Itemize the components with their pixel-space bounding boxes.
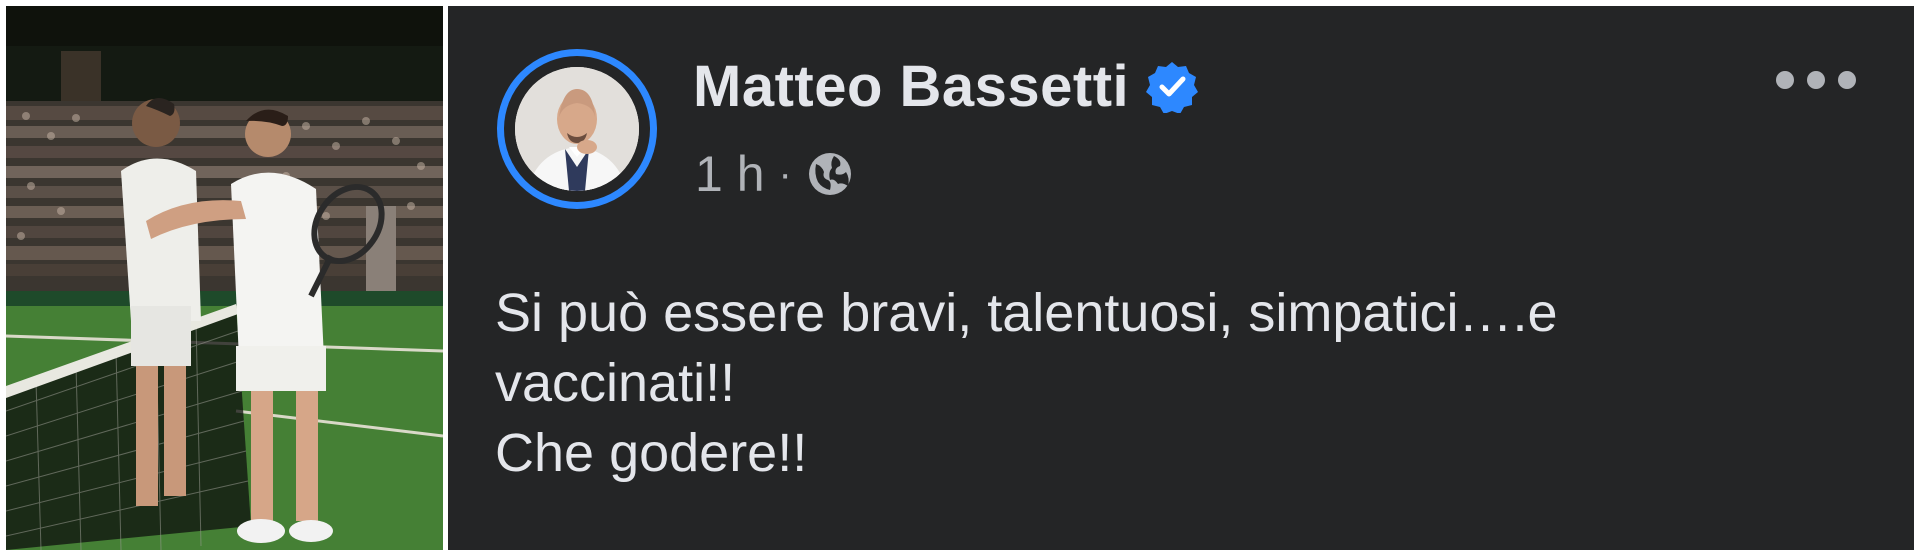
facebook-post: Matteo Bassetti 1 h · Si può essere brav… — [448, 6, 1914, 550]
post-meta: 1 h · — [695, 142, 854, 206]
post-message: Si può essere bravi, talentuosi, simpati… — [495, 278, 1875, 488]
more-dot-icon — [1807, 71, 1825, 89]
post-text-line: vaccinati!! — [495, 353, 736, 413]
post-text-line: Si può essere bravi, talentuosi, simpati… — [495, 283, 1558, 343]
tennis-photo-illustration — [6, 6, 443, 550]
author-name[interactable]: Matteo Bassetti — [693, 53, 1129, 120]
author-row: Matteo Bassetti — [693, 50, 1199, 122]
verified-badge-icon — [1146, 62, 1199, 113]
more-dot-icon — [1776, 71, 1794, 89]
post-photo[interactable] — [6, 6, 443, 550]
avatar-portrait — [515, 67, 639, 191]
post-timestamp[interactable]: 1 h — [695, 145, 765, 203]
profile-avatar-ring[interactable] — [497, 49, 657, 209]
more-dot-icon — [1838, 71, 1856, 89]
globe-icon[interactable] — [806, 150, 854, 198]
avatar[interactable] — [515, 67, 639, 191]
more-options-button[interactable] — [1776, 58, 1856, 102]
meta-separator: · — [778, 151, 792, 196]
post-text-line: Che godere!! — [495, 423, 808, 483]
